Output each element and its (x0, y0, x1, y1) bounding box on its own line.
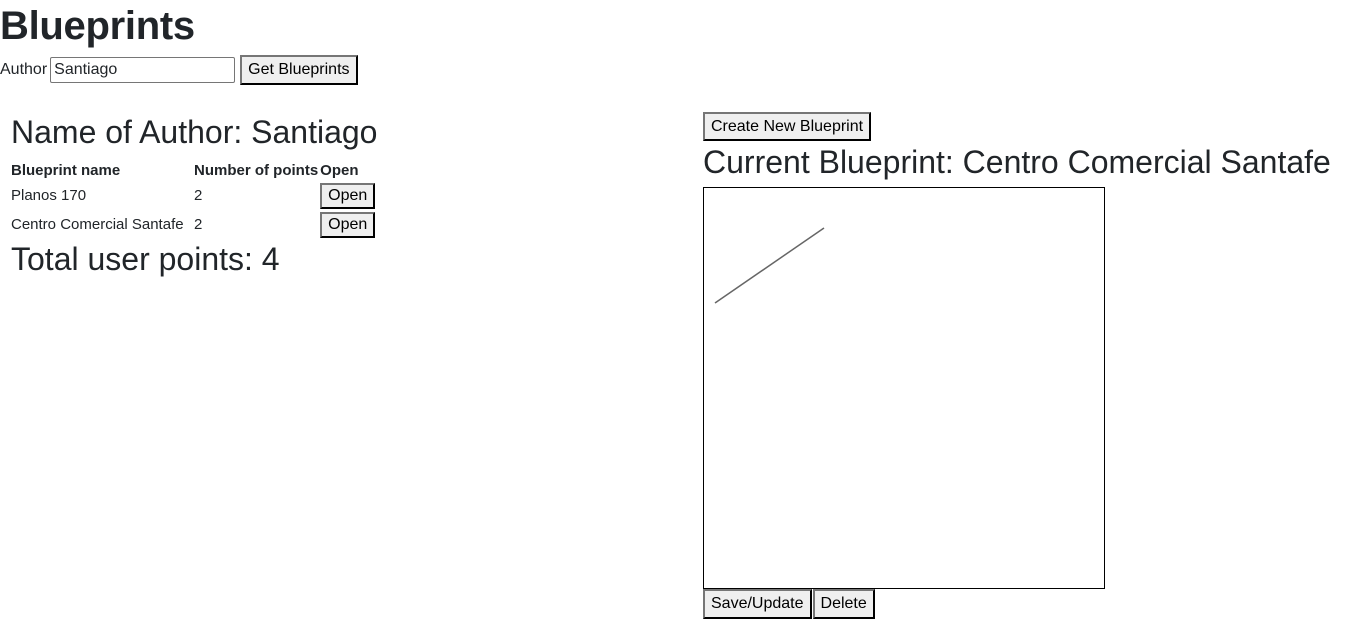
table-header-row: Blueprint name Number of points Open (10, 159, 376, 181)
blueprint-points-cell: 2 (194, 187, 203, 204)
table-row: Planos 170 2 Open (10, 181, 376, 210)
author-label: Author (0, 61, 48, 78)
blueprints-table: Blueprint name Number of points Open Pla… (10, 159, 376, 239)
save-update-button[interactable]: Save/Update (703, 589, 812, 619)
column-header-blueprint-name: Blueprint name (11, 161, 121, 179)
blueprint-open-cell: Open (319, 210, 376, 239)
editor-actions: Save/Update Delete (703, 589, 875, 619)
create-new-blueprint-button[interactable]: Create New Blueprint (703, 112, 872, 141)
column-header-number-of-points: Number of points (194, 161, 319, 179)
blueprint-open-cell: Open (319, 181, 376, 210)
open-blueprint-button[interactable]: Open (320, 182, 376, 209)
blueprint-points-cell: 2 (194, 216, 203, 233)
blueprint-name-cell: Planos 170 (11, 187, 87, 204)
open-blueprint-button[interactable]: Open (320, 211, 376, 238)
delete-button[interactable]: Delete (812, 589, 875, 619)
blueprint-segment (714, 227, 825, 304)
get-blueprints-button[interactable]: Get Blueprints (240, 55, 358, 85)
author-name-heading: Name of Author: Santiago (11, 114, 378, 150)
blueprint-drawing (714, 227, 825, 304)
column-header-open: Open (320, 161, 359, 179)
page-title: Blueprints (0, 4, 195, 48)
current-blueprint-heading: Current Blueprint: Centro Comercial Sant… (703, 144, 1331, 180)
blueprint-name-cell: Centro Comercial Santafe (11, 216, 184, 233)
author-search-row: Author Get Blueprints (0, 55, 358, 85)
total-user-points: Total user points: 4 (11, 241, 280, 277)
author-input[interactable] (50, 57, 236, 83)
blueprint-canvas[interactable] (703, 187, 1105, 589)
table-row: Centro Comercial Santafe 2 Open (10, 210, 376, 239)
